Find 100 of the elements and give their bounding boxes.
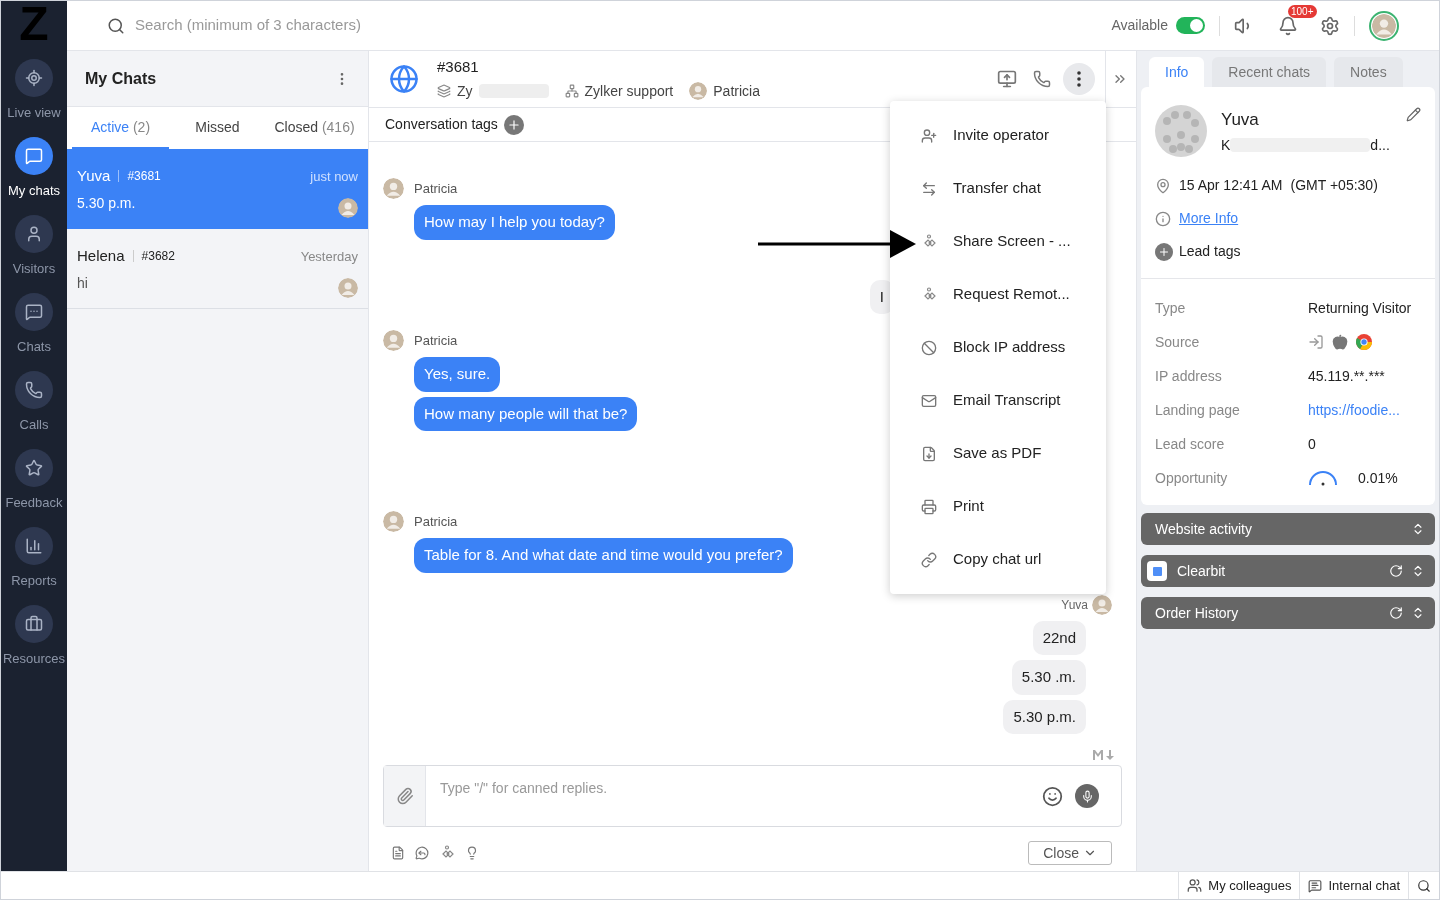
field-label: IP address — [1155, 366, 1223, 386]
menu-item[interactable]: Invite operator — [921, 109, 1098, 162]
status-label: Available — [1111, 16, 1168, 35]
local-time: 15 Apr 12:41 AM — [1179, 176, 1283, 195]
avatar — [383, 511, 404, 532]
user-avatar[interactable] — [1369, 10, 1399, 41]
chat-id: #3681 — [437, 57, 480, 78]
add-user-icon — [921, 127, 937, 144]
location-text: d... — [1370, 135, 1390, 155]
menu-item[interactable]: Print — [921, 480, 1098, 533]
nav-item[interactable]: Feedback — [1, 441, 67, 519]
bar-chart-icon — [25, 537, 43, 555]
tab[interactable]: Closed (416) — [266, 107, 363, 149]
message-bubble: 5.30 .m. — [1011, 660, 1086, 695]
sender-name: Patricia — [414, 179, 458, 198]
visitor-name: Yuva — [1221, 109, 1260, 131]
section-title: Website activity — [1155, 519, 1253, 539]
group-name: Zylker support — [584, 81, 674, 101]
emoji-icon[interactable] — [1042, 785, 1063, 807]
more-info-link[interactable]: More Info — [1179, 208, 1239, 229]
transfer-icon — [921, 180, 937, 197]
menu-item[interactable]: Share Screen - ... — [921, 215, 1098, 268]
operator-name: Patricia — [713, 81, 760, 101]
chat-preview: hi — [77, 274, 89, 293]
search-icon[interactable] — [1417, 878, 1431, 893]
chat-item[interactable]: Yuva #3681 just now 5.30 p.m. — [67, 149, 368, 229]
refresh-icon[interactable] — [1389, 564, 1403, 578]
lead-tags-label: Lead tags — [1179, 242, 1241, 261]
star-icon — [25, 459, 43, 477]
chat-item[interactable]: Helena #3682 Yesterday hi — [67, 229, 368, 309]
section-header[interactable]: Order History — [1141, 597, 1435, 629]
search-field[interactable]: Search (minimum of 3 characters) — [135, 14, 535, 37]
add-tag-button[interactable] — [1155, 242, 1173, 261]
section-header[interactable]: Clearbit — [1141, 555, 1435, 587]
menu-item[interactable]: Request Remot... — [921, 268, 1098, 321]
phone-icon[interactable] — [1033, 70, 1051, 88]
tab[interactable]: Missed — [169, 107, 266, 149]
attach-icon[interactable] — [395, 787, 414, 805]
menu-item[interactable]: Save as PDF — [921, 427, 1098, 480]
people-icon — [1187, 878, 1203, 893]
avatar — [338, 277, 358, 298]
section-title: Clearbit — [1177, 561, 1227, 581]
field-label: Lead score — [1155, 434, 1226, 454]
tab[interactable]: Notes — [1334, 57, 1403, 87]
message-field[interactable]: Type "/" for canned replies. — [383, 765, 1122, 827]
settings-icon[interactable] — [1320, 15, 1340, 36]
location-text: K — [1221, 135, 1231, 155]
add-tag-button[interactable] — [503, 114, 524, 135]
field-value: 0 — [1308, 434, 1316, 454]
avatar — [689, 82, 708, 101]
mic-button[interactable] — [1075, 784, 1099, 808]
chat-bubble-icon — [1308, 878, 1323, 893]
lightbulb-icon[interactable] — [465, 846, 479, 860]
person-icon — [25, 225, 43, 243]
section-header[interactable]: Website activity — [1141, 513, 1435, 545]
close-button[interactable]: Close — [1028, 841, 1112, 865]
nav-item[interactable]: Live view — [1, 51, 67, 129]
plus-icon — [1158, 245, 1170, 258]
chat-time: Yesterday — [300, 247, 358, 266]
message-bubble: How may I help you today? — [414, 205, 615, 240]
sender-name: Yuva — [1061, 598, 1088, 611]
layers-icon — [437, 84, 451, 99]
chat-name: Yuva — [77, 166, 111, 186]
search-icon — [107, 16, 125, 35]
edit-icon[interactable] — [1406, 107, 1421, 122]
status-bar-item[interactable]: My colleagues — [1178, 872, 1300, 899]
reply-icon[interactable] — [415, 846, 429, 860]
message-bubble: 5.30 p.m. — [1003, 699, 1086, 734]
menu-item[interactable]: Copy chat url — [921, 533, 1098, 586]
menu-item[interactable]: Transfer chat — [921, 162, 1098, 215]
nav-item[interactable]: Resources — [1, 597, 67, 675]
menu-item[interactable]: Block IP address — [921, 321, 1098, 374]
chat-preview: 5.30 p.m. — [77, 194, 137, 213]
nav-item[interactable]: Reports — [1, 519, 67, 597]
plus-icon — [506, 117, 521, 132]
tab[interactable]: Recent chats — [1212, 57, 1327, 87]
more-button[interactable] — [1063, 63, 1095, 95]
tab[interactable]: Info — [1149, 57, 1205, 87]
document-icon[interactable] — [391, 846, 405, 860]
nav-item[interactable]: My chats — [1, 129, 67, 207]
field-label: Source — [1155, 332, 1201, 352]
nav-item[interactable]: Visitors — [1, 207, 67, 285]
field-value: Returning Visitor — [1308, 298, 1412, 318]
bell-icon[interactable] — [1278, 15, 1298, 36]
message-input[interactable]: Type "/" for canned replies. — [440, 778, 1042, 799]
more-icon — [1077, 71, 1081, 87]
status-bar-item[interactable]: Internal chat — [1299, 872, 1408, 899]
menu-item[interactable]: Email Transcript — [921, 374, 1098, 427]
availability-toggle[interactable] — [1176, 17, 1205, 34]
briefcase-icon — [25, 615, 43, 633]
landing-page-link[interactable]: https://foodie... — [1308, 399, 1400, 421]
refresh-icon[interactable] — [1389, 606, 1403, 620]
field-value: 0.01% — [1358, 468, 1398, 488]
screen-share-icon[interactable] — [997, 69, 1017, 89]
nav-item[interactable]: Calls — [1, 363, 67, 441]
message-bubble: Table for 8. And what date and time would you prefer? — [414, 538, 793, 573]
gauge-icon — [1308, 470, 1338, 486]
notification-badge: 100+ — [1288, 4, 1317, 18]
nav-item[interactable]: Chats — [1, 285, 67, 363]
field-label: Landing page — [1155, 400, 1241, 420]
